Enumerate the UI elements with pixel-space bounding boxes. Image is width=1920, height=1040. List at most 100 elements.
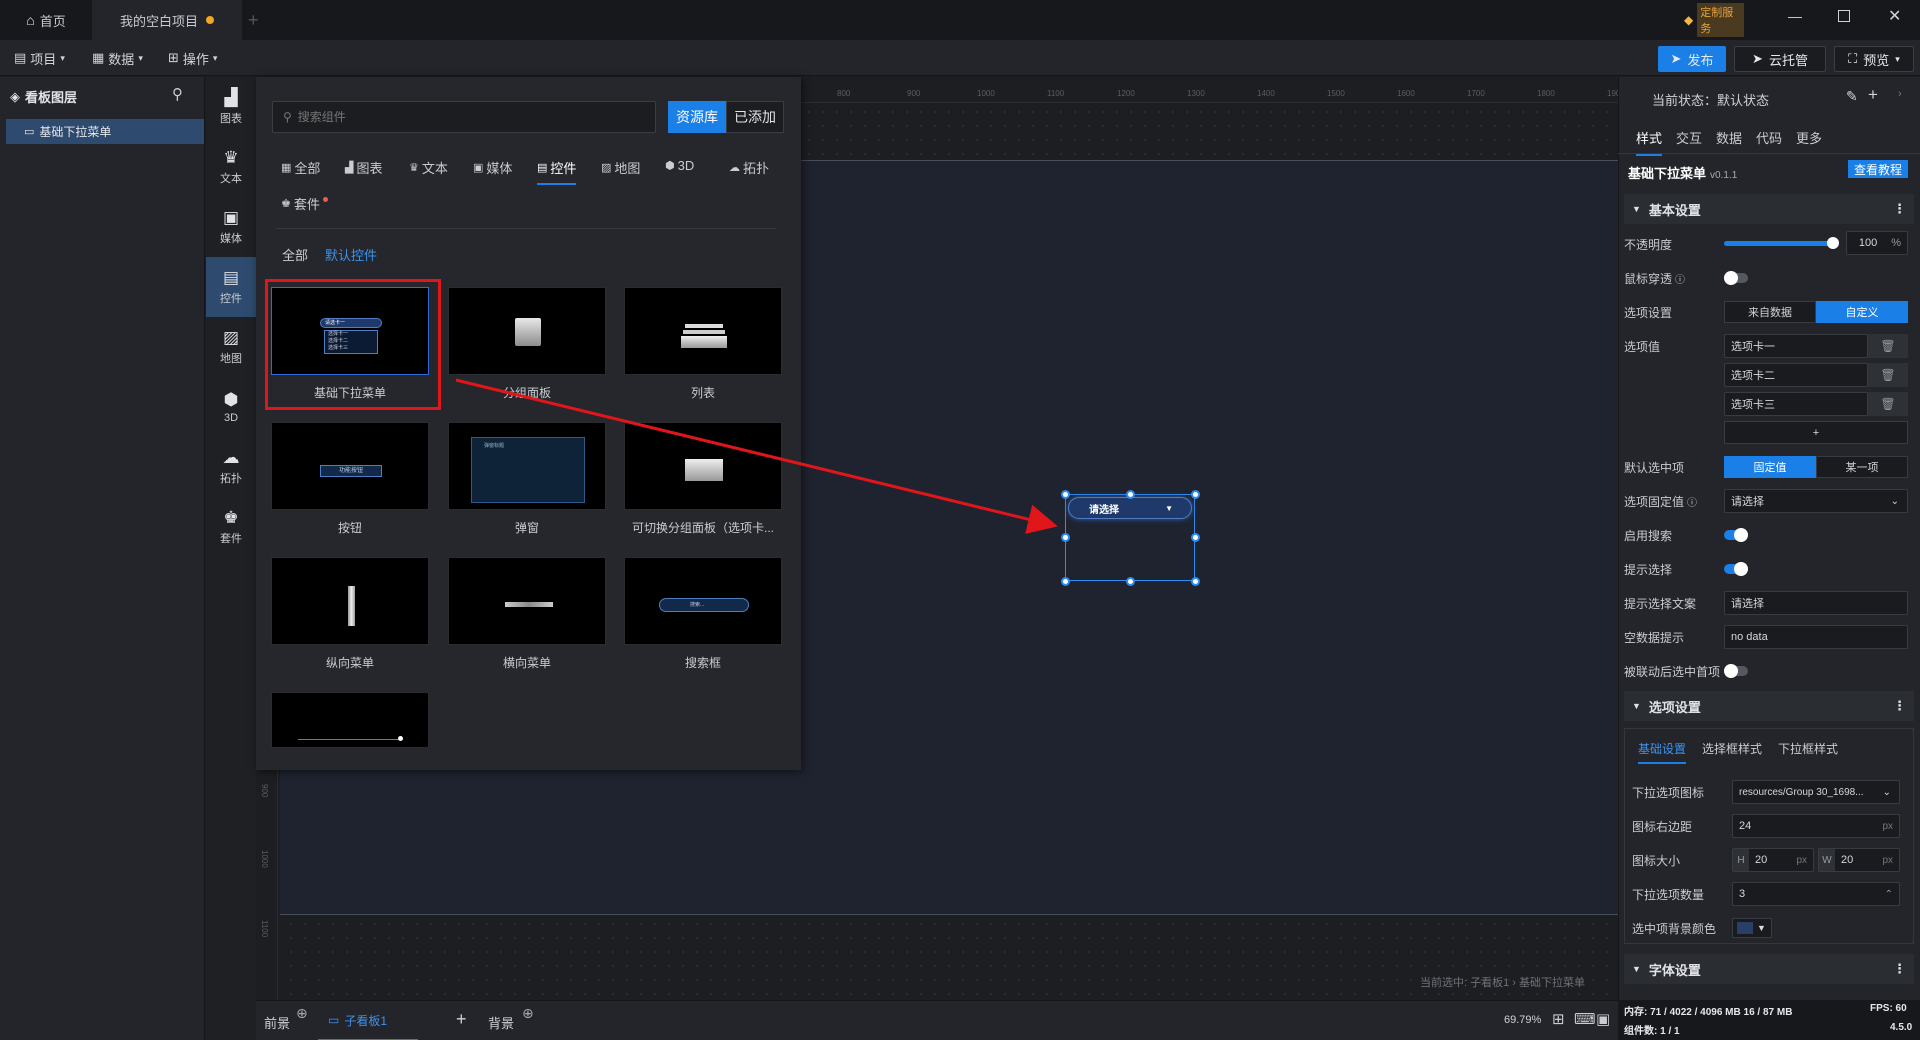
resize-handle[interactable] <box>1191 533 1200 542</box>
cat-topology[interactable]: ☁ 拓扑 <box>729 158 769 177</box>
selected-widget-frame[interactable]: 请选择 ▼ <box>1061 490 1200 586</box>
cat-media[interactable]: ▣ 媒体 <box>473 158 512 177</box>
opacity-input[interactable]: 100% <box>1846 231 1908 255</box>
more-vertical-icon[interactable]: ⋮ <box>1893 698 1906 714</box>
resize-handle[interactable] <box>1126 577 1135 586</box>
background-tab[interactable]: 背景 <box>488 1013 514 1032</box>
tab-code[interactable]: 代码 <box>1756 128 1782 147</box>
card-search-box[interactable]: 搜索... <box>624 557 782 645</box>
add-circle-icon[interactable]: ⊕ <box>296 1005 308 1022</box>
opacity-slider-knob[interactable] <box>1827 237 1839 249</box>
cat-widget[interactable]: ▤ 控件 <box>537 158 577 185</box>
subtab-basic[interactable]: 基础设置 <box>1638 740 1687 764</box>
trash-icon[interactable]: 🗑 <box>1868 363 1908 387</box>
component-search[interactable]: ⚲ <box>272 101 656 133</box>
close-icon[interactable]: ✕ <box>1888 6 1901 26</box>
option-fixed-select[interactable]: 请选择 ⌄ <box>1724 489 1908 513</box>
icon-width-input[interactable]: W 20 px <box>1818 848 1900 872</box>
child-board-tab[interactable]: ▭ 子看板1 <box>318 1001 418 1040</box>
dropdown-icon-select[interactable]: resources/Group 30_1698... ⌄ <box>1732 780 1900 804</box>
subtab-dropdown-style[interactable]: 下拉框样式 <box>1778 740 1838 757</box>
custom-button[interactable]: 自定义 <box>1816 301 1908 323</box>
enable-search-toggle[interactable] <box>1724 528 1748 542</box>
foreground-tab[interactable]: 前景 <box>264 1013 290 1032</box>
publish-button[interactable]: ➤ 发布 <box>1658 46 1726 72</box>
zoom-level[interactable]: 69.79% <box>1504 1014 1541 1026</box>
card-vertical-menu[interactable] <box>271 557 429 645</box>
card-button[interactable]: 功能按钮 <box>271 422 429 510</box>
plus-icon[interactable]: + <box>248 0 259 40</box>
tab-style[interactable]: 样式 <box>1636 128 1663 156</box>
cat-map[interactable]: ▨ 地图 <box>601 158 640 177</box>
add-option-button[interactable]: + <box>1724 421 1908 444</box>
category-text[interactable]: ♛ 文本 <box>206 137 256 197</box>
category-media[interactable]: ▣ 媒体 <box>206 197 256 257</box>
section-options[interactable]: ▼ 选项设置 ⋮ <box>1624 691 1914 721</box>
opacity-slider-track[interactable] <box>1724 241 1836 246</box>
library-tab[interactable]: 资源库 <box>668 101 726 133</box>
terminal-icon[interactable]: ▣ <box>1596 1010 1610 1028</box>
stepper-up-icon[interactable]: ⌃ <box>1885 889 1893 900</box>
preview-button[interactable]: ⛶ 预览 ▾ <box>1834 46 1914 72</box>
menu-data[interactable]: ▦ 数据 ▾ <box>92 40 143 76</box>
cat-chart[interactable]: ▟ 图表 <box>345 158 382 177</box>
tab-data[interactable]: 数据 <box>1716 128 1742 147</box>
section-basic[interactable]: ▼ 基本设置 ⋮ <box>1624 194 1914 224</box>
edit-icon[interactable]: ✎ <box>1846 88 1858 105</box>
resize-handle[interactable] <box>1126 490 1135 499</box>
tab-more[interactable]: 更多 <box>1796 128 1822 147</box>
section-font[interactable]: ▼ 字体设置 ⋮ <box>1624 954 1914 984</box>
component-search-input[interactable] <box>297 110 628 124</box>
chevron-right-icon[interactable]: › <box>1898 88 1902 100</box>
card-slider[interactable] <box>271 692 429 748</box>
cat-all[interactable]: ▦ 全部 <box>281 158 320 177</box>
trash-icon[interactable]: 🗑 <box>1868 334 1908 358</box>
custom-service-button[interactable]: ◆ 定制服务 <box>1684 3 1744 37</box>
minimize-icon[interactable]: — <box>1788 8 1802 24</box>
cat-3d[interactable]: ⬢ 3D <box>665 158 694 173</box>
tab-interaction[interactable]: 交互 <box>1676 128 1702 147</box>
home-tab[interactable]: ⌂ 首页 <box>0 0 92 40</box>
more-vertical-icon[interactable]: ⋮ <box>1893 201 1906 217</box>
sub-default-tab[interactable]: 默认控件 <box>325 245 377 264</box>
category-kit[interactable]: ♚ 套件 <box>206 497 256 557</box>
more-vertical-icon[interactable]: ⋮ <box>1893 961 1906 977</box>
some-item-button[interactable]: 某一项 <box>1816 456 1908 478</box>
resize-handle[interactable] <box>1191 577 1200 586</box>
option-value-input[interactable]: 选项卡一 <box>1724 334 1868 358</box>
resize-handle[interactable] <box>1061 577 1070 586</box>
tutorial-button[interactable]: 查看教程 <box>1848 160 1908 178</box>
sub-all-tab[interactable]: 全部 <box>282 245 308 264</box>
subtab-select-style[interactable]: 选择框样式 <box>1702 740 1762 757</box>
category-map[interactable]: ▨ 地图 <box>206 317 256 377</box>
count-input[interactable]: 3 ⌃ <box>1732 882 1900 906</box>
menu-operate[interactable]: ⊞ 操作 ▾ <box>168 40 217 76</box>
plus-icon[interactable]: + <box>1868 85 1878 105</box>
card-horizontal-menu[interactable] <box>448 557 606 645</box>
maximize-icon[interactable] <box>1838 10 1850 22</box>
menu-project[interactable]: ▤ 项目 ▾ <box>14 40 65 76</box>
category-topology[interactable]: ☁ 拓扑 <box>206 437 256 497</box>
category-chart[interactable]: ▟ 图表 <box>206 77 256 137</box>
linked-first-toggle[interactable] <box>1724 664 1748 678</box>
from-data-button[interactable]: 来自数据 <box>1724 301 1816 323</box>
added-tab[interactable]: 已添加 <box>726 101 784 133</box>
icon-height-input[interactable]: H 20 px <box>1732 848 1814 872</box>
sel-bg-color-picker[interactable]: ▼ <box>1732 918 1772 938</box>
cat-text[interactable]: ♛ 文本 <box>409 158 448 177</box>
resize-handle[interactable] <box>1191 490 1200 499</box>
option-value-input[interactable]: 选项卡三 <box>1724 392 1868 416</box>
empty-hint-input[interactable]: no data <box>1724 625 1908 649</box>
trash-icon[interactable]: 🗑 <box>1868 392 1908 416</box>
project-tab[interactable]: 我的空白项目 <box>92 0 242 40</box>
option-value-input[interactable]: 选项卡二 <box>1724 363 1868 387</box>
cat-kit[interactable]: ♚ 套件 <box>281 194 328 213</box>
fixed-value-button[interactable]: 固定值 <box>1724 456 1816 478</box>
layer-item[interactable]: ▭ 基础下拉菜单 <box>6 119 204 144</box>
dropdown-widget[interactable]: 请选择 ▼ <box>1068 497 1192 519</box>
mouse-through-toggle[interactable] <box>1724 271 1748 285</box>
keyboard-icon[interactable]: ⌨ <box>1574 1010 1596 1028</box>
add-circle-icon[interactable]: ⊕ <box>522 1005 534 1022</box>
cloud-button[interactable]: ➤ 云托管 <box>1734 46 1826 72</box>
icon-right-input[interactable]: 24 px <box>1732 814 1900 838</box>
